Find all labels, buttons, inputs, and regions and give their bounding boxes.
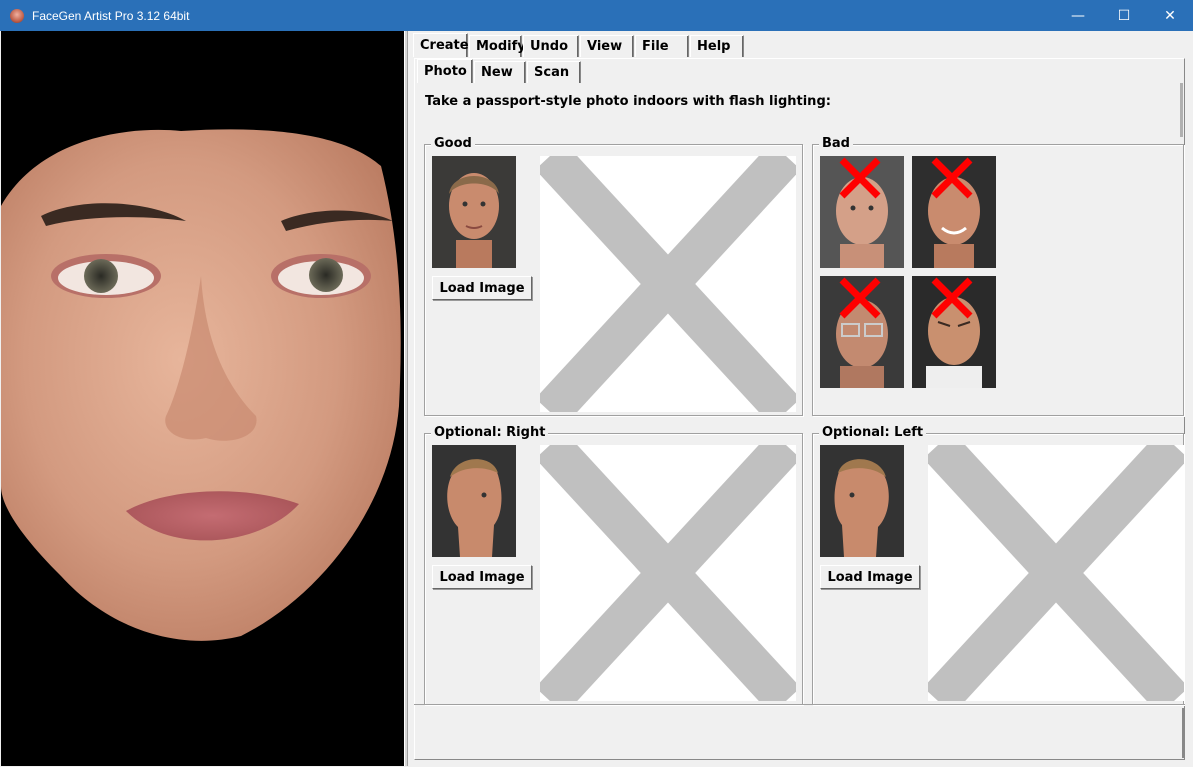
- tab-create[interactable]: Create: [413, 33, 469, 57]
- optional-right-title: Optional: Right: [431, 426, 549, 440]
- face-3d-viewport[interactable]: [1, 31, 404, 766]
- bad-example-thumbnail: [820, 276, 904, 388]
- tab-view[interactable]: View: [580, 35, 634, 57]
- tab-scan[interactable]: Scan: [527, 61, 581, 83]
- face-render: [1, 129, 401, 641]
- control-panel: Create Modify Undo View File Help Photo …: [409, 31, 1192, 766]
- bad-example-thumbnail: [820, 156, 904, 268]
- minimize-button[interactable]: —: [1055, 0, 1101, 31]
- bad-group-title: Bad: [819, 137, 853, 151]
- app-icon: [10, 8, 24, 23]
- right-load-image-button[interactable]: Load Image: [432, 565, 532, 589]
- bottom-panel: [414, 704, 1185, 760]
- good-photo-group: Good Load Image: [424, 137, 803, 426]
- maximize-button[interactable]: ☐: [1101, 0, 1147, 31]
- placeholder-x-icon: [535, 431, 801, 715]
- main-tab-strip: Create Modify Undo View File Help: [413, 33, 745, 57]
- good-load-image-button[interactable]: Load Image: [432, 276, 532, 300]
- placeholder-x-icon: [923, 431, 1189, 715]
- right-preview-placeholder: [535, 431, 801, 715]
- good-preview-placeholder: [535, 142, 801, 426]
- title-bar: FaceGen Artist Pro 3.12 64bit — ☐ ✕: [0, 0, 1193, 31]
- bad-photo-group: Bad: [812, 137, 1184, 416]
- tab-photo[interactable]: Photo: [417, 59, 473, 83]
- good-example-thumbnail: [432, 156, 516, 268]
- left-preview-placeholder: [923, 431, 1189, 715]
- resize-grip[interactable]: [1182, 708, 1184, 758]
- tab-new[interactable]: New: [474, 61, 526, 83]
- placeholder-x-icon: [535, 142, 801, 426]
- sub-tab-strip: Photo New Scan: [417, 59, 582, 83]
- left-profile-thumbnail: [820, 445, 904, 557]
- tab-undo[interactable]: Undo: [523, 35, 579, 57]
- tab-help[interactable]: Help: [690, 35, 744, 57]
- scrollbar[interactable]: [1180, 83, 1183, 137]
- optional-left-title: Optional: Left: [819, 426, 927, 440]
- tab-modify[interactable]: Modify: [469, 35, 526, 57]
- optional-left-group: Optional: Left Load Image: [812, 426, 1189, 715]
- bad-example-thumbnail: [912, 156, 996, 268]
- left-load-image-button[interactable]: Load Image: [820, 565, 920, 589]
- optional-right-group: Optional: Right Load Image: [424, 426, 803, 715]
- window-title: FaceGen Artist Pro 3.12 64bit: [32, 8, 190, 23]
- close-button[interactable]: ✕: [1147, 0, 1193, 31]
- photo-instruction: Take a passport-style photo indoors with…: [425, 94, 831, 109]
- good-group-title: Good: [431, 137, 475, 151]
- tab-file[interactable]: File: [635, 35, 689, 57]
- right-profile-thumbnail: [432, 445, 516, 557]
- panel-splitter[interactable]: [404, 31, 408, 766]
- bad-example-thumbnail: [912, 276, 996, 388]
